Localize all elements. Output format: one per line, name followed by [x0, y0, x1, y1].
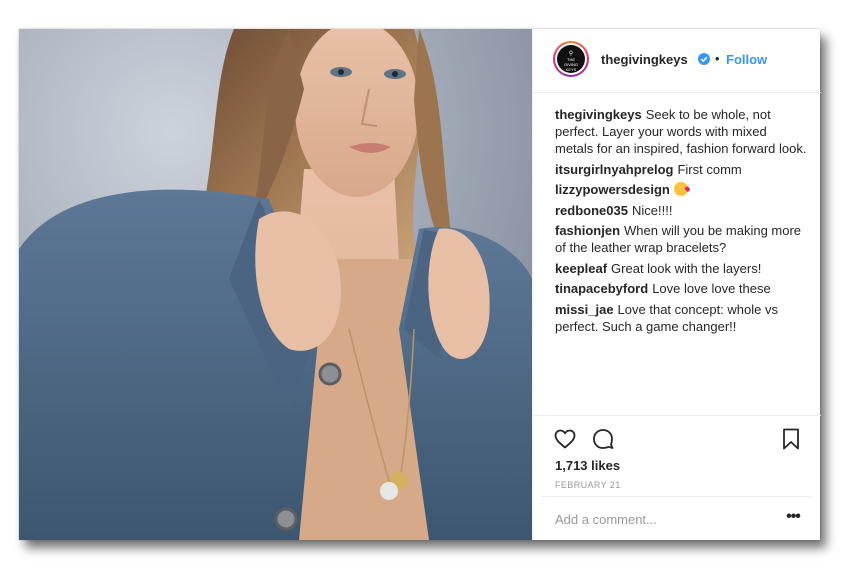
comment-text: Love love love these	[652, 281, 771, 296]
post-photo-illustration	[19, 29, 532, 540]
comment-text: First comm	[677, 161, 742, 177]
more-options-button[interactable]: •••	[781, 507, 805, 527]
post-sidebar: ⚲ THE GIVING KEYS thegivingkeys • Follow…	[532, 29, 821, 540]
comment-icon[interactable]	[591, 427, 615, 451]
likes-count[interactable]: 1,713 likes	[555, 458, 620, 473]
bookmark-icon[interactable]	[779, 427, 803, 451]
post-header: ⚲ THE GIVING KEYS thegivingkeys • Follow	[533, 29, 821, 93]
separator-dot: •	[715, 51, 720, 66]
comment-username[interactable]: thegivingkeys	[555, 107, 642, 122]
avatar-text-line3: KEYS	[565, 67, 577, 72]
comment-item: thegivingkeys Seek to be whole, not perfe…	[555, 106, 807, 157]
comment-username[interactable]: missi_jae	[555, 302, 614, 317]
comment-username[interactable]: itsurgirlnyahprelog	[555, 162, 673, 177]
avatar-ring: ⚲ THE GIVING KEYS	[555, 43, 587, 75]
comment-input[interactable]	[555, 509, 775, 529]
comment-username[interactable]: fashionjen	[555, 223, 620, 238]
comment-item: itsurgirlnyahprelog First comm	[555, 161, 807, 178]
post-photo[interactable]	[19, 29, 532, 540]
post-actions-section: 1,713 likes FEBRUARY 21 •••	[533, 415, 821, 540]
comment-username[interactable]: keepleaf	[555, 261, 607, 276]
comment-item: fashionjen When will you be making more o…	[555, 222, 807, 256]
comment-username[interactable]: lizzypowersdesign	[555, 182, 670, 197]
account-username[interactable]: thegivingkeys	[601, 52, 688, 67]
comment-text: Nice!!!!	[631, 202, 673, 218]
comment-username[interactable]: tinapacebyford	[555, 281, 648, 296]
kissing-face-icon	[673, 182, 688, 196]
comments-list: thegivingkeys Seek to be whole, not perfe…	[555, 106, 807, 338]
account-avatar[interactable]: ⚲ THE GIVING KEYS	[553, 41, 589, 77]
comment-item: tinapacebyford Love love love these	[555, 280, 807, 297]
verified-badge-icon	[698, 53, 710, 65]
comment-item: redbone035 Nice!!!!	[555, 202, 807, 219]
add-comment-bar: •••	[541, 496, 813, 541]
heart-icon[interactable]	[553, 427, 577, 451]
instagram-post-card: ⚲ THE GIVING KEYS thegivingkeys • Follow…	[19, 29, 821, 540]
comment-item: missi_jae Love that concept: whole vs per…	[555, 301, 807, 335]
post-date: FEBRUARY 21	[555, 480, 621, 490]
comment-text: Great look with the layers!	[611, 260, 762, 276]
comment-item: keepleaf Great look with the layers!	[555, 260, 807, 277]
follow-button[interactable]: Follow	[726, 52, 767, 67]
avatar-logo: ⚲ THE GIVING KEYS	[557, 45, 585, 73]
comment-username[interactable]: redbone035	[555, 203, 628, 218]
comment-item: lizzypowersdesign	[555, 181, 807, 198]
